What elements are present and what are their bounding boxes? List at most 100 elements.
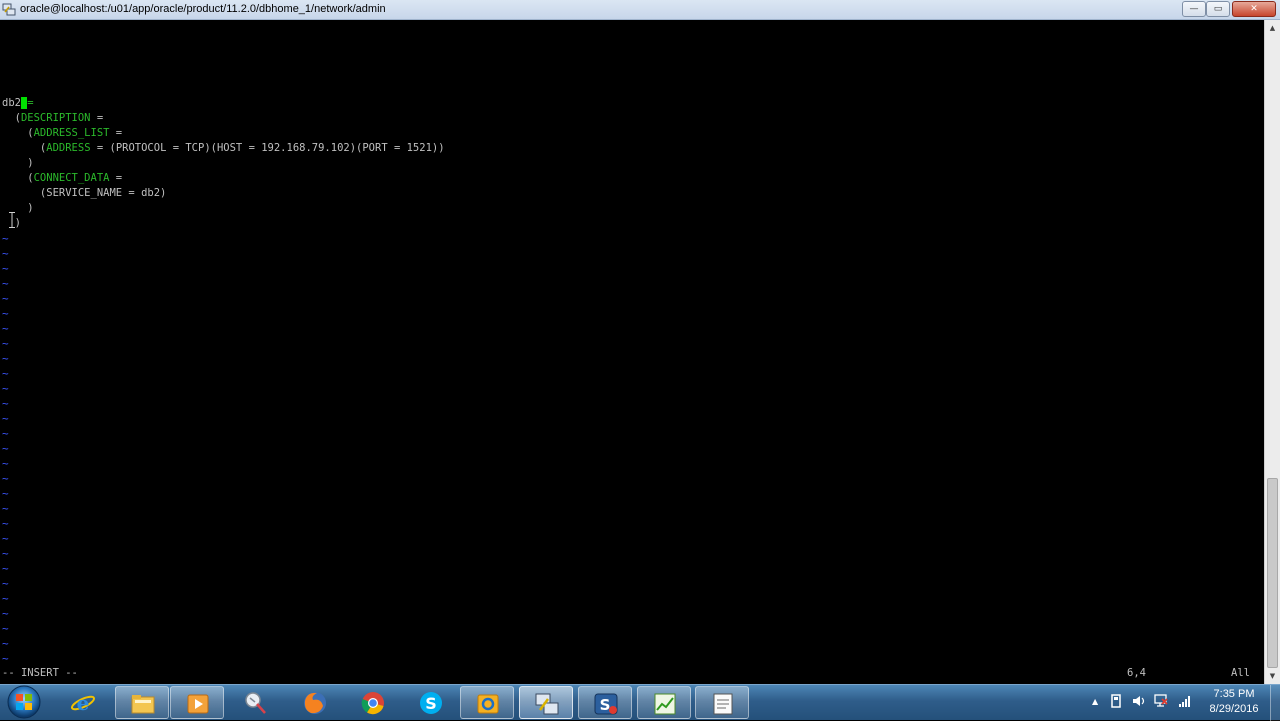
- minimize-button[interactable]: —: [1182, 1, 1206, 17]
- putty-app-icon[interactable]: [2, 3, 16, 16]
- text-token: (SERVICE_NAME = db2): [2, 187, 167, 199]
- tilde-marker: ~: [2, 487, 9, 500]
- text-token: (: [2, 127, 34, 139]
- scroll-position: All: [1231, 667, 1250, 679]
- taskbar-skype[interactable]: S: [404, 686, 458, 719]
- firefox-icon: [304, 692, 326, 714]
- editor-line[interactable]: (CONNECT_DATA =: [2, 171, 122, 186]
- internet-explorer-icon: e: [70, 691, 96, 715]
- tilde-marker: ~: [2, 232, 9, 245]
- editor-line[interactable]: (ADDRESS_LIST =: [2, 126, 122, 141]
- tilde-marker: ~: [2, 307, 9, 320]
- folder-icon: [131, 695, 155, 714]
- svg-text:S: S: [425, 694, 437, 713]
- spreadsheet-icon: [654, 693, 676, 715]
- tilde-marker: ~: [2, 367, 9, 380]
- editor-line[interactable]: db2 =: [2, 96, 34, 111]
- editor-line[interactable]: ): [2, 201, 34, 216]
- taskbar-clock[interactable]: 7:35 PM 8/29/2016: [1200, 687, 1268, 717]
- tilde-marker: ~: [2, 637, 9, 650]
- start-button[interactable]: [4, 683, 44, 721]
- editor-line[interactable]: (ADDRESS = (PROTOCOL = TCP)(HOST = 192.1…: [2, 141, 445, 156]
- device-icon[interactable]: [1110, 694, 1122, 708]
- outlook-icon: [477, 694, 499, 714]
- window-titlebar[interactable]: oracle@localhost:/u01/app/oracle/product…: [0, 0, 1280, 20]
- close-button[interactable]: ✕: [1232, 1, 1276, 17]
- taskbar-document-app[interactable]: [695, 686, 749, 719]
- taskbar-windows-explorer[interactable]: [115, 686, 169, 719]
- clock-date: 8/29/2016: [1209, 703, 1259, 715]
- tilde-marker: ~: [2, 622, 9, 635]
- tilde-marker: ~: [2, 577, 9, 590]
- text-token: (: [2, 142, 47, 154]
- text-token: =: [109, 127, 123, 139]
- taskbar-firefox[interactable]: [288, 686, 342, 719]
- document-icon: [713, 693, 733, 715]
- clock-time: 7:35 PM: [1213, 688, 1255, 700]
- keyword-token: CONNECT_DATA: [33, 172, 110, 184]
- text-token: ): [2, 157, 34, 169]
- tilde-marker: ~: [2, 457, 9, 470]
- tilde-marker: ~: [2, 352, 9, 365]
- media-player-icon: [187, 694, 209, 714]
- taskbar-outlook[interactable]: [460, 686, 514, 719]
- chrome-icon: [361, 692, 384, 715]
- tilde-marker: ~: [2, 592, 9, 605]
- volume-icon[interactable]: [1132, 695, 1146, 707]
- terminal-area[interactable]: db2 = (DESCRIPTION = (ADDRESS_LIST = (AD…: [0, 20, 1264, 684]
- tilde-marker: ~: [2, 322, 9, 335]
- show-hidden-icons-arrow[interactable]: ▲: [1092, 697, 1098, 706]
- text-token: ): [2, 202, 34, 214]
- text-token: (: [2, 172, 34, 184]
- maximize-button[interactable]: ▭: [1206, 1, 1230, 17]
- taskbar-screencast-app[interactable]: S: [578, 686, 632, 719]
- keyword-token: ADDRESS: [46, 142, 91, 154]
- network-disconnected-icon[interactable]: [1154, 694, 1168, 707]
- scrollbar-thumb[interactable]: [1267, 478, 1278, 668]
- keyword-token: DESCRIPTION: [20, 112, 91, 124]
- ibeam-cursor-icon: [9, 212, 15, 228]
- editor-line[interactable]: (SERVICE_NAME = db2): [2, 186, 166, 201]
- taskbar-spreadsheet-app[interactable]: [637, 686, 691, 719]
- screencast-icon: S: [594, 693, 618, 715]
- text-token: db2: [2, 97, 21, 109]
- taskbar-media-player[interactable]: [170, 686, 224, 719]
- taskbar-chrome[interactable]: [346, 686, 400, 719]
- tilde-marker: ~: [2, 607, 9, 620]
- taskbar-internet-explorer[interactable]: e: [56, 686, 110, 719]
- tilde-marker: ~: [2, 427, 9, 440]
- tilde-marker: ~: [2, 442, 9, 455]
- tilde-marker: ~: [2, 502, 9, 515]
- svg-text:e: e: [77, 691, 90, 715]
- tilde-marker: ~: [2, 262, 9, 275]
- tilde-marker: ~: [2, 517, 9, 530]
- text-token: (: [2, 112, 21, 124]
- tilde-marker: ~: [2, 397, 9, 410]
- taskbar-putty[interactable]: [519, 686, 573, 719]
- editor-line[interactable]: (DESCRIPTION =: [2, 111, 104, 126]
- wifi-signal-icon[interactable]: [1178, 695, 1192, 707]
- taskbar-snipping-tool[interactable]: [229, 686, 283, 719]
- tilde-marker: ~: [2, 277, 9, 290]
- tilde-marker: ~: [2, 247, 9, 260]
- vertical-scrollbar[interactable]: ▲ ▼: [1264, 20, 1280, 684]
- scroll-down-arrow-icon[interactable]: ▼: [1265, 668, 1280, 684]
- text-token: = (PROTOCOL = TCP)(HOST = 192.168.79.102…: [90, 142, 445, 154]
- tilde-marker: ~: [2, 412, 9, 425]
- keyword-token: ADDRESS_LIST: [33, 127, 110, 139]
- tilde-marker: ~: [2, 292, 9, 305]
- keyword-token: =: [27, 97, 34, 109]
- tilde-marker: ~: [2, 532, 9, 545]
- vim-mode-indicator: -- INSERT --: [2, 667, 78, 679]
- cursor-position: 6,4: [1127, 667, 1146, 679]
- tilde-marker: ~: [2, 652, 9, 665]
- editor-line[interactable]: ): [2, 156, 34, 171]
- taskbar: e S S ▲ 7:35 PM 8/29/2016: [0, 683, 1280, 721]
- tilde-marker: ~: [2, 382, 9, 395]
- scroll-up-arrow-icon[interactable]: ▲: [1265, 20, 1280, 36]
- text-token: =: [90, 112, 104, 124]
- skype-icon: S: [420, 692, 442, 714]
- text-token: =: [109, 172, 123, 184]
- window-title: oracle@localhost:/u01/app/oracle/product…: [20, 3, 386, 15]
- show-desktop-button[interactable]: [1270, 685, 1280, 721]
